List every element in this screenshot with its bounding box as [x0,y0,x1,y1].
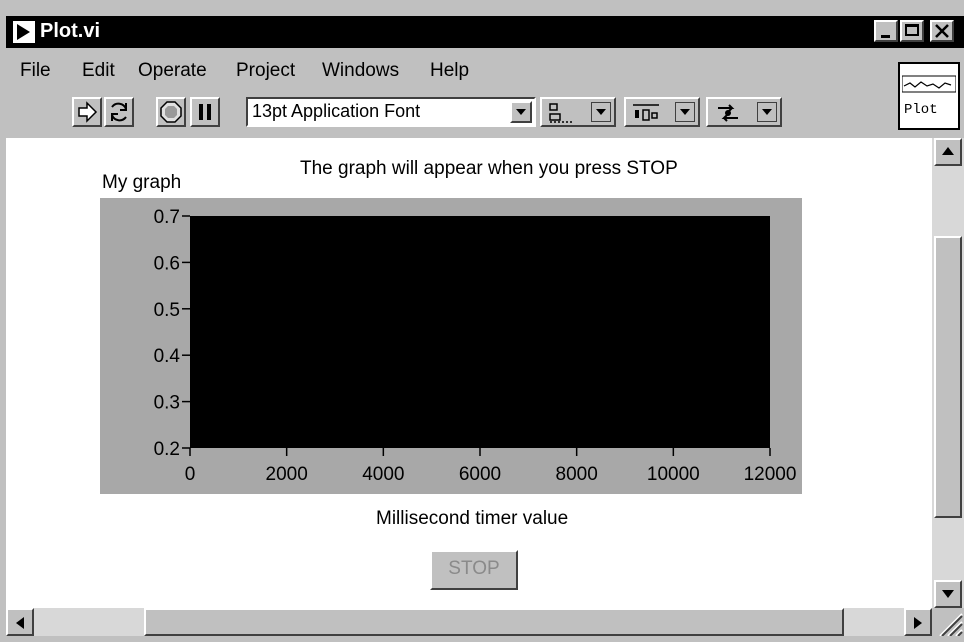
x-tick-label: 4000 [362,464,404,485]
triangle-right-icon [914,617,922,629]
instruction-label: The graph will appear when you press STO… [300,158,678,179]
resize-grip-icon [939,613,963,637]
graph-canvas: 0.7 0.6 0.5 0.4 0.3 0.2 0 2000 4000 6000 8000 1000… [154,207,797,485]
chevron-down-icon[interactable] [675,102,695,122]
pause-icon [199,104,211,120]
vertical-scroll-thumb[interactable] [934,236,962,518]
front-panel: The graph will appear when you press STO… [6,138,932,608]
menu-bar: File Edit Operate Project Windows Help [6,48,894,84]
y-tick-label: 0.7 [154,207,180,228]
triangle-left-icon [16,617,24,629]
chevron-down-icon[interactable] [757,102,777,122]
maximize-icon [905,24,919,36]
horizontal-scrollbar[interactable] [6,608,932,636]
x-tick-label: 8000 [556,464,598,485]
abort-icon [160,101,182,123]
menu-operate[interactable]: Operate [138,60,207,82]
font-ring[interactable]: 13pt Application Font [246,97,536,127]
graph-label: My graph [102,172,182,193]
menu-windows[interactable]: Windows [322,60,399,82]
x-tick-label: 10000 [647,464,700,485]
run-arrow-icon [78,101,98,123]
menu-project[interactable]: Project [236,60,295,82]
menu-help[interactable]: Help [430,60,469,82]
y-tick-label: 0.3 [154,393,180,414]
reorder-ring[interactable] [706,97,782,127]
run-button[interactable] [72,97,102,127]
scroll-left-button[interactable] [6,608,34,636]
x-tick-label: 12000 [744,464,797,485]
y-tick-label: 0.6 [154,253,180,274]
y-tick-label: 0.2 [154,439,180,460]
x-tick-label: 2000 [266,464,308,485]
vi-run-icon [12,20,36,44]
chevron-down-icon[interactable] [510,101,532,123]
toolbar: 13pt Application Font [6,84,894,136]
abort-button[interactable] [156,97,186,127]
run-continuously-button[interactable] [104,97,134,127]
waveform-icon [902,75,956,93]
distribute-objects-ring[interactable] [624,97,700,127]
vi-icon-label: Plot [904,102,938,118]
y-tick-label: 0.4 [154,346,181,367]
window-title: Plot.vi [40,20,101,42]
menu-file[interactable]: File [20,60,51,82]
distribute-objects-icon [633,104,659,121]
title-bar[interactable]: Plot.vi [6,16,964,48]
scroll-down-button[interactable] [934,580,962,608]
waveform-graph[interactable]: 0.7 0.6 0.5 0.4 0.3 0.2 0 2000 4000 6000 8000 1000… [100,198,802,494]
align-objects-icon [549,103,574,123]
menu-edit[interactable]: Edit [82,60,115,82]
y-axis: 0.7 0.6 0.5 0.4 0.3 0.2 [154,207,190,460]
y-tick-label: 0.5 [154,300,180,321]
horizontal-scroll-thumb[interactable] [144,608,844,636]
close-icon [935,24,949,38]
x-tick-label: 6000 [459,464,501,485]
close-button[interactable] [930,20,954,42]
align-objects-ring[interactable] [540,97,616,127]
scroll-right-button[interactable] [904,608,932,636]
vertical-scrollbar[interactable] [932,138,964,608]
font-ring-value: 13pt Application Font [252,101,421,121]
labview-window: Plot.vi File Edit Operate Project Window… [0,0,964,642]
minimize-button[interactable] [874,20,898,42]
triangle-down-icon [942,590,954,598]
reorder-icon [718,104,738,122]
chevron-down-icon[interactable] [591,102,611,122]
pause-button[interactable] [190,97,220,127]
maximize-button[interactable] [900,20,924,42]
size-grip[interactable] [932,608,964,637]
triangle-up-icon [942,147,954,155]
plot-area [190,216,770,448]
vi-connector-icon[interactable]: Plot [898,62,960,130]
scroll-up-button[interactable] [934,138,962,166]
x-tick-label: 0 [185,464,196,485]
minimize-icon [881,35,890,38]
run-continuously-icon [111,102,127,122]
x-axis: 0 2000 4000 6000 8000 10000 12000 [185,448,797,485]
x-axis-label: Millisecond timer value [376,508,569,529]
stop-button[interactable]: STOP [430,550,518,590]
